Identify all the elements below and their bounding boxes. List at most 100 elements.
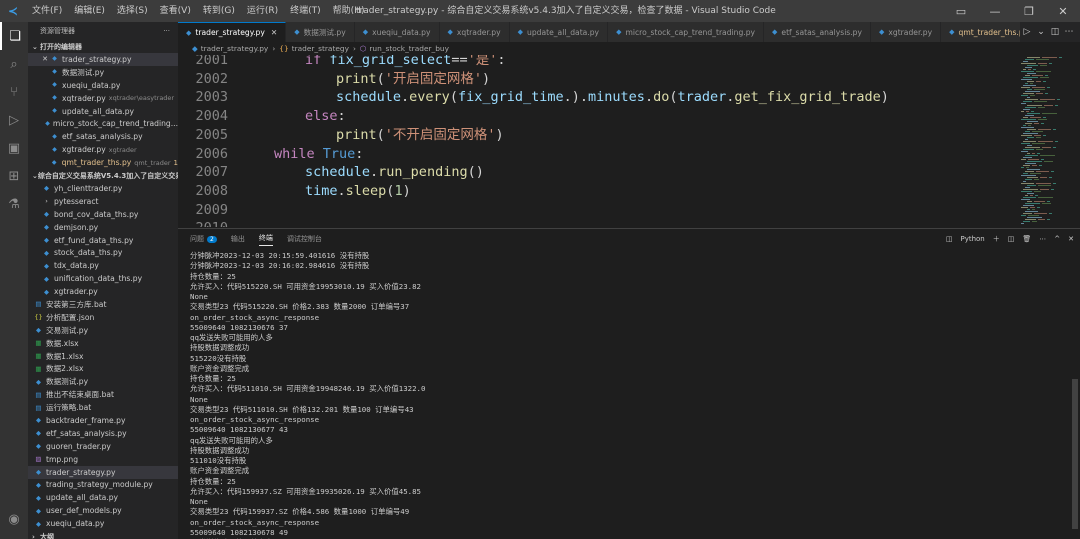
file-item[interactable]: ▦ 数据1.xlsx (28, 350, 178, 363)
open-editor-item[interactable]: ✕ ◆ trader_strategy.py (28, 53, 178, 66)
file-item[interactable]: ◆ 数据测试.py (28, 375, 178, 388)
menu-item[interactable]: 编辑(E) (68, 0, 111, 22)
close-icon[interactable]: ✕ (40, 55, 50, 63)
chevron-down-icon[interactable]: ⌄ (1034, 27, 1048, 37)
file-item[interactable]: ◆ unification_data_ths.py (28, 272, 178, 285)
editor-tab[interactable]: ◆ xgtrader.py (871, 22, 942, 42)
file-item[interactable]: ◆ trader_strategy.py (28, 465, 178, 479)
file-item[interactable]: ◆ etf_satas_analysis.py (28, 427, 178, 440)
file-item[interactable]: ◆ demjson.py (28, 221, 178, 234)
file-item[interactable]: {} 分析配置.json (28, 311, 178, 324)
minimap[interactable] (1018, 55, 1080, 227)
file-item[interactable]: ▤ 推出不结束桌面.bat (28, 388, 178, 401)
file-item[interactable]: ◆ backtrader_frame.py (28, 414, 178, 427)
code-editor[interactable]: 2001 if fix_grid_select=='是': 2002 print('开… (178, 55, 1018, 227)
extensions-icon[interactable]: ⊞ (0, 162, 28, 190)
file-item[interactable]: ◆ user_def_models.py (28, 504, 178, 517)
file-name: update_all_data.py (62, 106, 135, 116)
breadcrumb-item[interactable]: trader_strategy.py (201, 44, 269, 53)
file-item[interactable]: ▦ 数据2.xlsx (28, 362, 178, 375)
file-item[interactable]: ▦ 数据.xlsx (28, 337, 178, 350)
search-icon[interactable]: ⌕ (0, 50, 28, 78)
file-item[interactable]: ◆ 交易测试.py (28, 324, 178, 337)
file-item[interactable]: ◆ yh_clienttrader.py (28, 182, 178, 195)
file-item[interactable]: ▤ 安装第三方库.bat (28, 298, 178, 311)
editor-tab[interactable]: ◆ xqtrader.py (439, 22, 510, 42)
open-editor-item[interactable]: ◆ xgtrader.py xgtrader (28, 143, 178, 156)
remote-explorer-icon[interactable]: ▣ (0, 134, 28, 162)
code-text: if fix_grid_select=='是': (305, 55, 505, 70)
open-editor-item[interactable]: ◆ xqtrader.py xqtrader\easytrader (28, 92, 178, 105)
breadcrumb-item[interactable]: run_stock_trader_buy (369, 44, 449, 53)
code-token: print (336, 126, 377, 143)
terminal-layout-icon[interactable]: ◫ (946, 235, 953, 243)
file-item[interactable]: ◆ update_all_data.py (28, 491, 178, 504)
file-item[interactable]: ◆ bond_cov_data_ths.py (28, 208, 178, 221)
breadcrumb-item[interactable]: trader_strategy (292, 44, 349, 53)
panel-tab[interactable]: 问题 2 (190, 234, 217, 244)
outline-section[interactable]: › 大纲 (28, 530, 178, 539)
run-debug-icon[interactable]: ▷ (0, 106, 28, 134)
file-item[interactable]: ◆ stock_data_ths.py (28, 246, 178, 259)
file-item[interactable]: ▤ 运行策略.bat (28, 401, 178, 414)
terminal-scrollbar[interactable] (1072, 379, 1078, 529)
python-file-icon: ◆ (45, 119, 50, 127)
minimap-line (1047, 201, 1050, 202)
terminal-type-label[interactable]: Python (960, 235, 984, 243)
add-terminal-icon[interactable]: ＋ (993, 234, 1000, 244)
editor-tab[interactable]: ◆ etf_satas_analysis.py (764, 22, 871, 42)
open-editor-item[interactable]: ◆ qmt_trader_ths.py qmt_trader 1 (28, 156, 178, 169)
open-editor-item[interactable]: ◆ update_all_data.py (28, 105, 178, 118)
editor-tab[interactable]: ◆ update_all_data.py (509, 22, 609, 42)
open-editor-item[interactable]: ◆ etf_satas_analysis.py (28, 130, 178, 143)
file-item[interactable]: ◆ trading_strategy_module.py (28, 479, 178, 492)
editor-tab[interactable]: ◆ micro_stock_cap_trend_trading.py (608, 22, 765, 42)
folder-item[interactable]: › pytesseract (28, 195, 178, 208)
open-editors-section[interactable]: ⌄ 打开的编辑器 (28, 40, 178, 53)
open-editor-item[interactable]: ◆ xueqiu_data.py (28, 79, 178, 92)
open-editor-item[interactable]: ◆ micro_stock_cap_trend_trading... (28, 117, 178, 130)
maximize-button[interactable]: ❐ (1012, 0, 1046, 22)
project-section[interactable]: ⌄ 综合自定义交易系统V5.4.3加入了自定义交易... (28, 169, 178, 182)
run-file-icon[interactable]: ▷ (1020, 27, 1034, 37)
editor-tab[interactable]: ◆ xueqiu_data.py (354, 22, 440, 42)
file-item[interactable]: ◆ xueqiu_data.py (28, 517, 178, 530)
more-actions-icon[interactable]: ⋯ (1062, 27, 1076, 37)
layout-panel-icon[interactable]: ▭ (944, 0, 978, 22)
file-item[interactable]: ◆ etf_fund_data_ths.py (28, 234, 178, 247)
split-editor-icon[interactable]: ◫ (1048, 27, 1062, 37)
explorer-icon[interactable]: ❏ (0, 22, 28, 50)
menu-item[interactable]: 文件(F) (26, 0, 68, 22)
file-item[interactable]: ◆ tdx_data.py (28, 259, 178, 272)
source-control-icon[interactable]: ⑂ (0, 78, 28, 106)
menu-item[interactable]: 选择(S) (111, 0, 154, 22)
open-editor-item[interactable]: ◆ 数据测试.py (28, 66, 178, 79)
trash-icon[interactable]: 🗑 (1022, 235, 1031, 243)
close-tab-icon[interactable]: ✕ (271, 28, 277, 37)
py-file-icon: ◆ (44, 223, 49, 232)
terminal-output[interactable]: 分钟脉冲2023-12-03 20:15:59.401616 没有持股 分钟脉冲2… (190, 251, 1070, 539)
close-panel-icon[interactable]: ✕ (1068, 235, 1074, 243)
split-terminal-icon[interactable]: ◫ (1008, 235, 1015, 243)
account-icon[interactable]: ◉ (0, 505, 28, 533)
minimap-line (1027, 169, 1040, 170)
editor-tab[interactable]: ◆ 数据测试.py (286, 22, 355, 42)
more-icon[interactable]: ⋯ (1039, 235, 1046, 243)
maximize-panel-icon[interactable]: ^ (1054, 235, 1060, 243)
menu-item[interactable]: 终端(T) (284, 0, 327, 22)
file-item[interactable]: ◆ guoren_trader.py (28, 440, 178, 453)
menu-item[interactable]: 查看(V) (154, 0, 197, 22)
minimap-line (1021, 79, 1032, 80)
panel-tab[interactable]: 输出 (231, 234, 245, 244)
menu-item[interactable]: 运行(R) (241, 0, 284, 22)
file-item[interactable]: ▨ tmp.png (28, 453, 178, 466)
minimize-button[interactable]: — (978, 0, 1012, 22)
panel-tab[interactable]: 调试控制台 (287, 234, 322, 244)
explorer-more-button[interactable]: ··· (163, 27, 170, 35)
testing-icon[interactable]: ⚗ (0, 190, 28, 218)
panel-tab[interactable]: 终端 (258, 233, 273, 246)
menu-item[interactable]: 转到(G) (197, 0, 241, 22)
file-item[interactable]: ◆ xgtrader.py (28, 285, 178, 298)
close-window-button[interactable]: ✕ (1046, 0, 1080, 22)
editor-tab[interactable]: ◆ trader_strategy.py ✕ (178, 22, 287, 42)
